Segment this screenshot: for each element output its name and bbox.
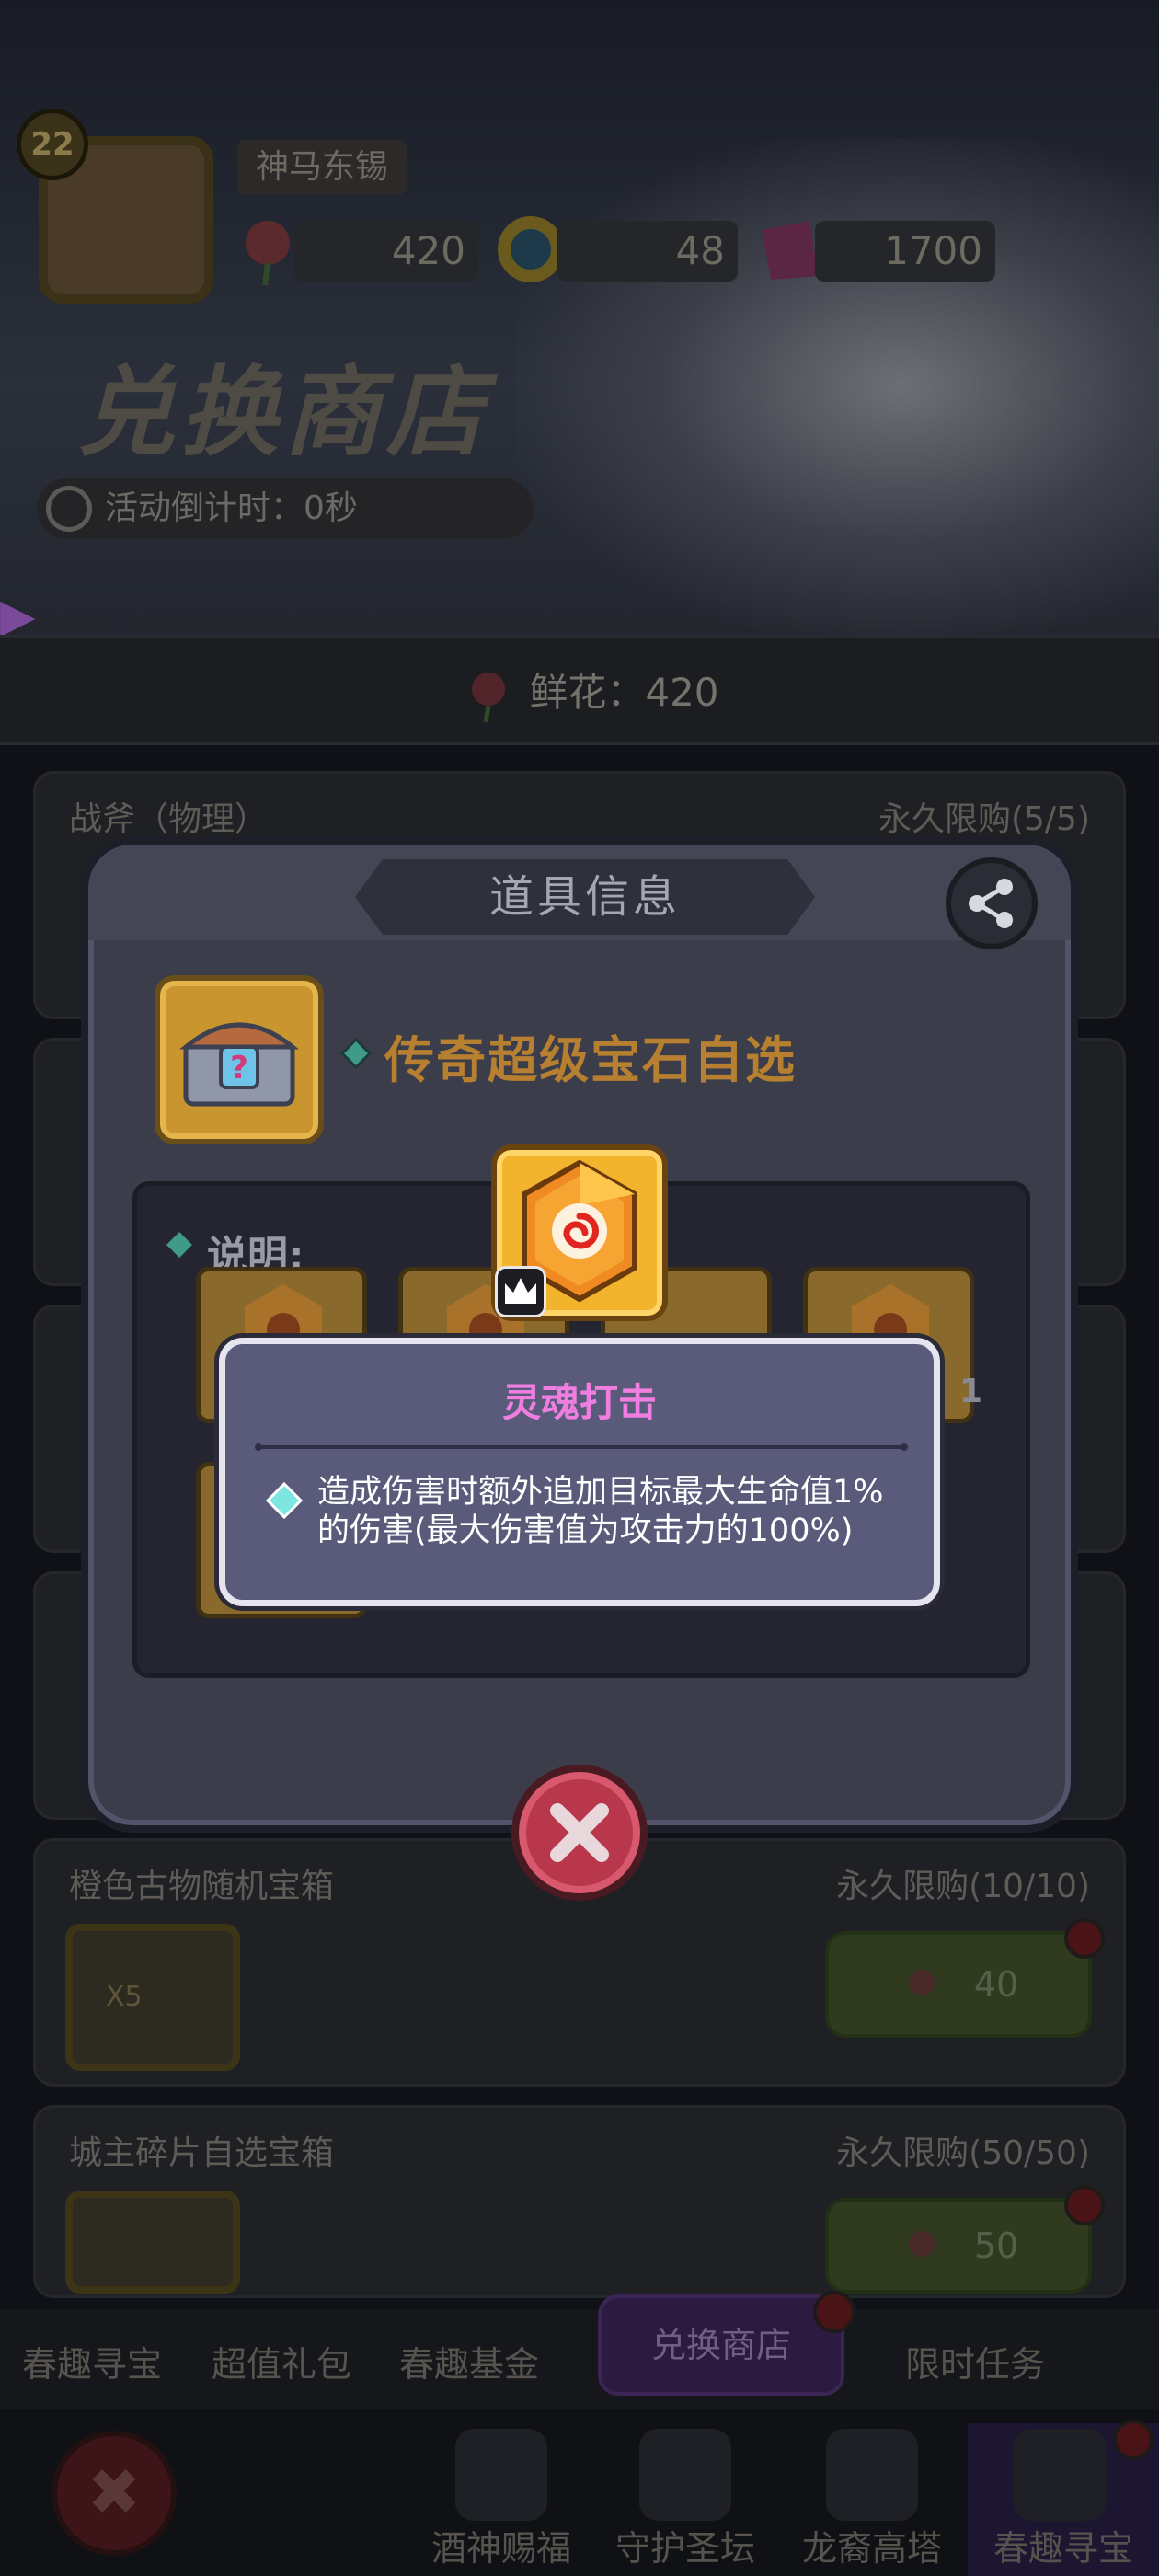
share-button[interactable]: [946, 857, 1038, 949]
tab-spring-treasure[interactable]: 春趣寻宝: [0, 2309, 184, 2420]
countdown-text: 活动倒计时：0秒: [105, 489, 358, 527]
skill-title: 灵魂打击: [501, 1380, 657, 1425]
close-dialog-button[interactable]: [511, 1765, 648, 1901]
notification-dot: [813, 2291, 855, 2333]
tab-limited-tasks[interactable]: 限时任务: [883, 2309, 1067, 2420]
player-name: 神马东锡: [237, 140, 407, 195]
item-icon-frame: ?: [155, 975, 324, 1144]
flower-currency-value: 420: [294, 221, 478, 282]
notification-dot: [1113, 2420, 1153, 2460]
shop-item-limit: 永久限购(50/50): [836, 2134, 1090, 2172]
svg-text:?: ?: [230, 1050, 248, 1087]
event-countdown: 活动倒计时：0秒: [37, 478, 534, 539]
exit-button[interactable]: ✖: [52, 2431, 177, 2556]
treasure-chest-icon: ?: [179, 1022, 299, 1107]
altar-icon: [639, 2429, 731, 2521]
rose-icon: [1014, 2429, 1106, 2521]
level-badge: 22: [17, 109, 88, 180]
tower-icon: [826, 2429, 918, 2521]
buy-price: 50: [973, 2225, 1019, 2266]
crown-badge-icon: [495, 1266, 546, 1317]
tab-exchange-shop[interactable]: 兑换商店: [598, 2294, 844, 2396]
close-icon: [550, 1803, 609, 1862]
rose-icon: [908, 2230, 935, 2257]
flower-balance-bar: 鲜花：420: [0, 635, 1159, 745]
diamond-bullet-icon: [266, 1482, 303, 1519]
chest-thumbnail[interactable]: [65, 2191, 240, 2294]
tooltip-divider: [255, 1443, 908, 1451]
shop-item-name: 橙色古物随机宝箱: [69, 1868, 335, 1905]
wine-god-icon: [455, 2429, 547, 2521]
notification-dot: [1064, 2185, 1105, 2225]
shop-item-name: 战斧（物理）: [69, 800, 269, 838]
item-name: 传奇超级宝石自选: [384, 1031, 797, 1089]
buy-price: 40: [973, 1964, 1019, 2005]
buy-button[interactable]: 40: [825, 1931, 1092, 2038]
tab-value-packs[interactable]: 超值礼包: [189, 2309, 373, 2420]
shop-item-name: 城主碎片自选宝箱: [69, 2134, 335, 2172]
shop-tab-bar: 春趣寻宝 超值礼包 春趣基金 限时任务: [0, 2309, 1159, 2420]
skill-description: 造成伤害时额外追加目标最大生命值1%的伤害(最大伤害值为攻击力的100%): [317, 1474, 884, 1549]
diamond-bullet-icon: [340, 1038, 372, 1069]
notification-dot: [1064, 1918, 1105, 1959]
gem-currency-value: 1700: [815, 221, 995, 282]
hero-banner: 22 神马东锡 420 48 1700 兑换商店 活动倒计时：0秒: [0, 0, 1159, 635]
shop-title: 兑换商店: [77, 356, 489, 469]
gem-count: 1: [958, 1373, 982, 1410]
clock-icon: [46, 486, 92, 532]
coin-currency-value: 48: [557, 221, 738, 282]
character-art: [515, 138, 1159, 635]
item-info-dialog: 道具信息 ? 传奇超级宝石自选 说明: 1: [81, 837, 1078, 1833]
nav-item-wine-blessing[interactable]: 酒神赐福: [409, 2423, 593, 2576]
shop-item-limit: 永久限购(10/10): [836, 1868, 1090, 1905]
shop-item-card: 城主碎片自选宝箱 永久限购(50/50) 50: [33, 2105, 1126, 2298]
flower-balance-text: 鲜花：420: [529, 670, 719, 715]
skill-tooltip: 灵魂打击 造成伤害时额外追加目标最大生命值1%的伤害(最大伤害值为攻击力的100…: [219, 1338, 940, 1606]
nav-item-guardian-altar[interactable]: 守护圣坛: [593, 2423, 777, 2576]
rose-icon: [908, 1969, 935, 1995]
buy-button[interactable]: 50: [825, 2198, 1092, 2294]
diamond-bullet-icon: [166, 1232, 192, 1258]
dialog-title: 道具信息: [488, 871, 681, 923]
rose-icon: [472, 672, 505, 722]
tab-spring-fund[interactable]: 春趣基金: [377, 2309, 561, 2420]
shop-item-limit: 永久限购(5/5): [878, 800, 1090, 838]
quantity-badge: X5: [106, 1981, 143, 2013]
chest-thumbnail[interactable]: X5: [65, 1924, 240, 2071]
share-icon: [969, 879, 1013, 928]
nav-item-dragon-tower[interactable]: 龙裔高塔: [780, 2423, 964, 2576]
